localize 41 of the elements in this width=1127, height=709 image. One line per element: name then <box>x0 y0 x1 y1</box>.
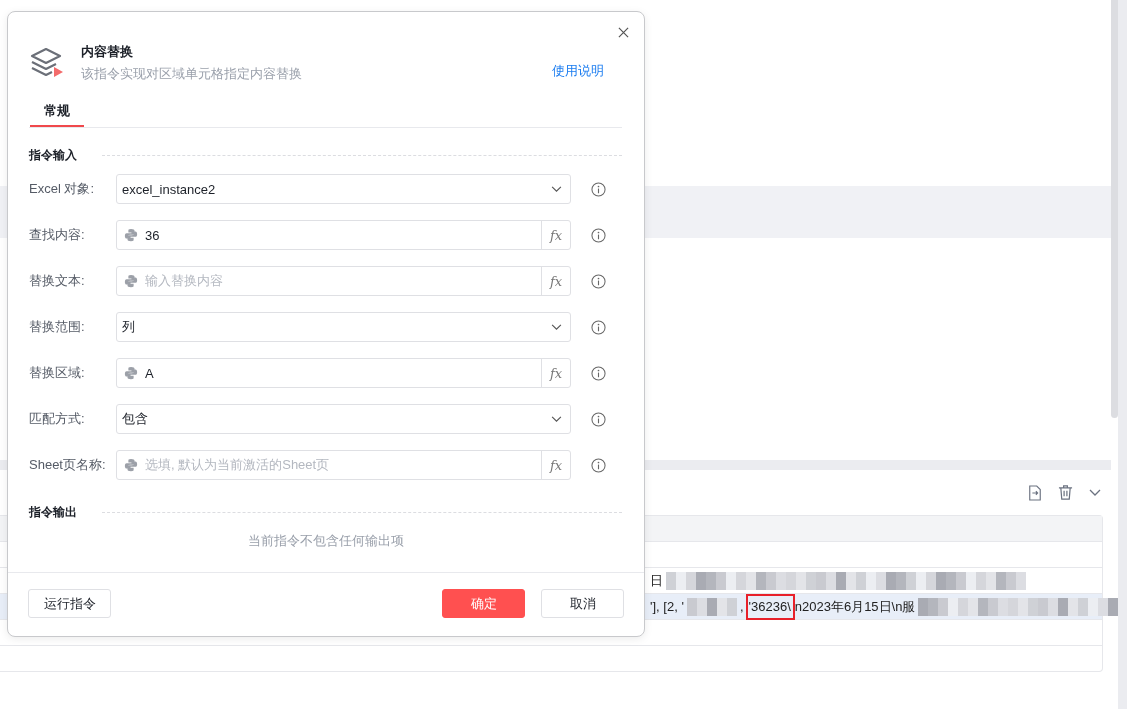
dropdown[interactable]: excel_instance2 <box>116 174 571 204</box>
info-icon[interactable] <box>591 319 606 335</box>
close-icon[interactable] <box>618 27 629 38</box>
chevron-down-icon <box>551 415 562 423</box>
info-icon[interactable] <box>591 227 606 243</box>
field-label: 替换文本: <box>29 272 86 290</box>
field-label: 匹配方式: <box>29 410 86 428</box>
cancel-button[interactable]: 取消 <box>541 589 624 618</box>
redaction-mosaic <box>686 597 737 616</box>
tab[interactable]: 常规 <box>30 99 84 127</box>
chevron-down-icon <box>551 323 562 331</box>
table-cell-text: , <box>739 597 744 616</box>
file-export-icon[interactable] <box>1028 484 1042 501</box>
dropdown[interactable]: 列 <box>116 312 571 342</box>
info-icon[interactable] <box>591 273 606 289</box>
dropdown[interactable]: 包含 <box>116 404 571 434</box>
section-title: 指令输出 <box>29 504 78 521</box>
run-button[interactable]: 运行指令 <box>28 589 111 618</box>
field-label: Excel 对象: <box>29 180 95 198</box>
field-label: 替换区域: <box>29 364 86 382</box>
table-cell-text: '36236\ <box>745 593 795 620</box>
info-icon[interactable] <box>591 181 606 197</box>
info-icon[interactable] <box>591 365 606 381</box>
chevron-down-icon[interactable] <box>1089 488 1101 497</box>
empty-message: 当前指令不包含任何输出项 <box>246 532 405 550</box>
trash-icon[interactable] <box>1058 485 1073 500</box>
info-icon[interactable] <box>591 411 606 427</box>
table-cell-text: n2023年6月15日\n服 <box>794 597 916 616</box>
table-cell-text: 日 <box>650 571 663 590</box>
info-icon[interactable] <box>591 457 606 473</box>
field-label: 替换范围: <box>29 318 86 336</box>
chevron-down-icon <box>551 185 562 193</box>
table-cell-text: '], [2, ' <box>650 597 684 616</box>
help-link[interactable]: 使用说明 <box>552 62 604 80</box>
dialog-title: 内容替换 <box>81 43 134 61</box>
scrollbar-thumb[interactable] <box>1111 0 1118 418</box>
section-title: 指令输入 <box>29 147 78 164</box>
layers-icon <box>30 47 64 79</box>
dialog-subtitle: 该指令实现对区域单元格指定内容替换 <box>81 65 303 83</box>
field-label: Sheet页名称: <box>29 456 107 474</box>
field-label: 查找内容: <box>29 226 86 244</box>
